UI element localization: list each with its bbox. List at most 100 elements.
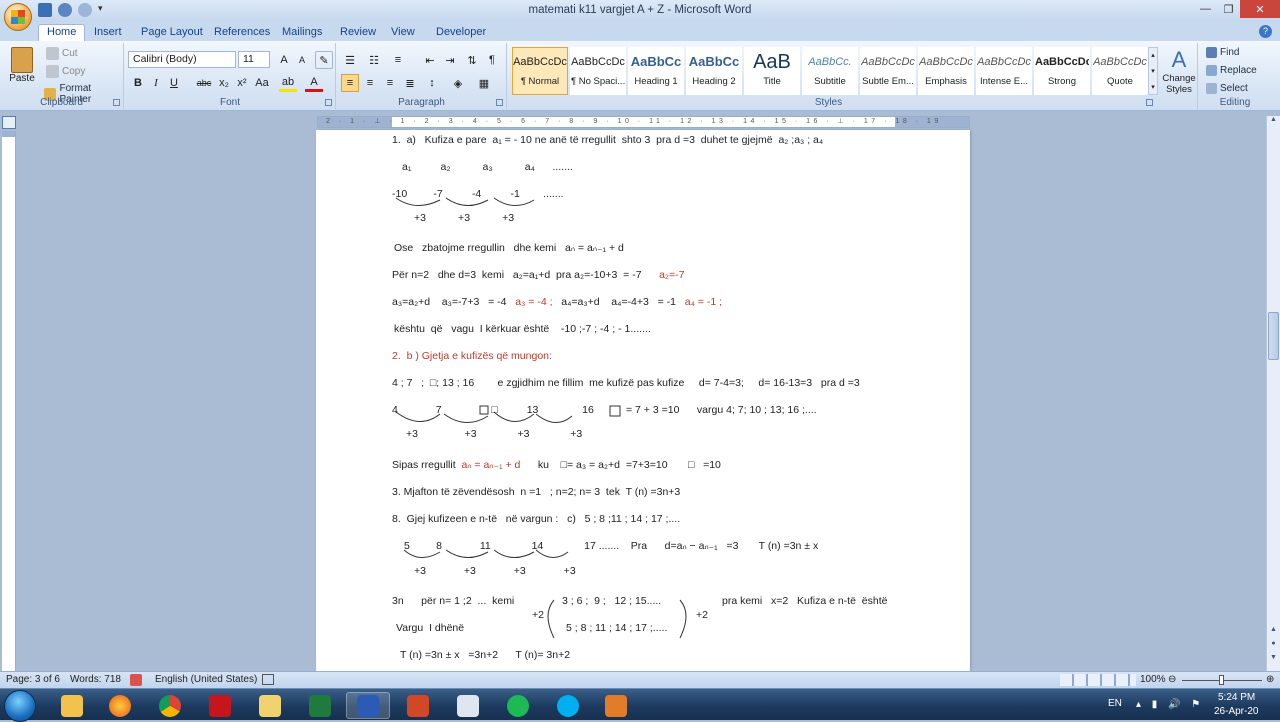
paragraph-launcher-icon[interactable] [496, 99, 503, 106]
line-spacing-icon[interactable]: ↕ [423, 74, 441, 92]
help-icon[interactable]: ? [1259, 25, 1272, 38]
vertical-scrollbar[interactable]: ▲ ▲ ● ▼ [1266, 116, 1280, 671]
font-size-combo[interactable]: 11 [238, 51, 270, 68]
show-marks-icon[interactable]: ¶ [483, 51, 501, 69]
office-button[interactable] [4, 3, 32, 31]
change-case-icon[interactable]: Aa [253, 74, 271, 92]
tab-home[interactable]: Home [38, 24, 86, 42]
style-intense-e[interactable]: AaBbCcDc Intense E... [976, 47, 1032, 95]
tab-insert[interactable]: Insert [94, 24, 122, 42]
page-indicator[interactable]: Page: 3 of 6 [6, 674, 60, 685]
style-subtle-em[interactable]: AaBbCcDc Subtle Em... [860, 47, 916, 95]
gallery-scroll[interactable]: ▴ ▾ ▾ [1148, 47, 1158, 95]
firefox-app[interactable] [98, 692, 142, 719]
mail-app[interactable] [248, 692, 292, 719]
minimize-button[interactable]: — [1194, 0, 1217, 18]
zoom-out-icon[interactable]: ⊖ [1168, 674, 1176, 685]
tab-view[interactable]: View [391, 24, 415, 42]
shrink-font-icon[interactable]: A [293, 51, 311, 69]
customize-qat-icon[interactable]: ▾ [98, 3, 106, 17]
style-heading-2[interactable]: AaBbCc Heading 2 [686, 47, 742, 95]
vertical-ruler[interactable] [2, 131, 16, 671]
undo-icon[interactable] [58, 3, 72, 17]
shading-icon[interactable]: ◈ [449, 74, 467, 92]
redo-icon[interactable] [78, 3, 92, 17]
find-button[interactable]: Find [1206, 47, 1239, 58]
clear-format-icon[interactable]: ✎ [315, 51, 333, 69]
tab-developer[interactable]: Developer [436, 24, 486, 42]
justify-icon[interactable]: ≣ [401, 74, 419, 92]
save-icon[interactable] [38, 3, 52, 17]
style-subtitle[interactable]: AaBbCc. Subtitle [802, 47, 858, 95]
proofing-icon[interactable] [130, 674, 142, 686]
clipboard-launcher-icon[interactable] [113, 99, 120, 106]
powerpoint-app[interactable] [396, 692, 440, 719]
tab-page-layout[interactable]: Page Layout [141, 24, 203, 42]
sort-icon[interactable]: ⇅ [463, 51, 481, 69]
prev-page-icon[interactable]: ▲ [1268, 626, 1279, 638]
word-app[interactable] [346, 692, 390, 719]
select-button[interactable]: Select [1206, 83, 1248, 94]
next-page-icon[interactable]: ▼ [1268, 654, 1279, 666]
increase-indent-icon[interactable]: ⇥ [441, 51, 459, 69]
style-quote[interactable]: AaBbCcDc Quote [1092, 47, 1148, 95]
document-page[interactable]: 1. a) Kufiza e pare a₁ = - 10 ne anë të … [316, 130, 970, 671]
replace-button[interactable]: Replace [1206, 65, 1257, 76]
italic-icon[interactable]: I [147, 74, 165, 92]
word-count[interactable]: Words: 718 [70, 674, 121, 685]
style-emphasis[interactable]: AaBbCcDc Emphasis [918, 47, 974, 95]
macro-icon[interactable] [262, 674, 274, 685]
align-left-icon[interactable]: ≡ [341, 74, 359, 92]
paint-app[interactable] [594, 692, 638, 719]
font-color-icon[interactable]: A [305, 74, 323, 92]
scroll-thumb[interactable] [1268, 312, 1279, 360]
style-strong[interactable]: AaBbCcDc Strong [1034, 47, 1090, 95]
style-title[interactable]: AaB Title [744, 47, 800, 95]
highlight-icon[interactable]: ab [279, 74, 297, 92]
superscript-icon[interactable]: x² [233, 74, 251, 92]
strikethrough-icon[interactable]: abc [195, 74, 213, 92]
browse-object-icon[interactable]: ● [1268, 640, 1279, 652]
language-indicator[interactable]: English (United States) [155, 674, 257, 685]
zoom-thumb[interactable] [1219, 675, 1224, 685]
font-launcher-icon[interactable] [325, 99, 332, 106]
scroll-up-icon[interactable]: ▲ [1268, 116, 1279, 128]
language-indicator-tray[interactable]: EN [1108, 698, 1122, 709]
ruler-toggle-icon[interactable] [2, 116, 16, 129]
horizontal-ruler[interactable]: 2 · 1 · ⊥ · 1 · 2 · 3 · 4 · 5 · 6 · 7 · … [317, 116, 970, 128]
styles-launcher-icon[interactable] [1146, 99, 1153, 106]
decrease-indent-icon[interactable]: ⇤ [421, 51, 439, 69]
grow-font-icon[interactable]: A [275, 51, 293, 69]
borders-icon[interactable]: ▦ [475, 74, 493, 92]
cut-button[interactable]: Cut [46, 47, 78, 60]
bullets-icon[interactable]: ☰ [341, 51, 359, 69]
tab-references[interactable]: References [214, 24, 270, 42]
align-center-icon[interactable]: ≡ [361, 74, 379, 92]
tab-mailings[interactable]: Mailings [282, 24, 322, 42]
tab-review[interactable]: Review [340, 24, 376, 42]
excel-app[interactable] [298, 692, 342, 719]
style-heading-1[interactable]: AaBbCc Heading 1 [628, 47, 684, 95]
spotify-app[interactable] [496, 692, 540, 719]
explorer-app[interactable] [50, 692, 94, 719]
skype-app[interactable] [546, 692, 590, 719]
numbering-icon[interactable]: ☷ [365, 51, 383, 69]
copy-button[interactable]: Copy [46, 65, 85, 78]
close-button[interactable]: ✕ [1240, 0, 1280, 18]
maximize-button[interactable]: ❐ [1217, 0, 1240, 18]
change-styles-button[interactable]: A Change Styles [1160, 47, 1198, 95]
view-buttons[interactable] [1060, 674, 1136, 686]
publisher-app[interactable] [446, 692, 490, 719]
chrome-app[interactable] [148, 692, 192, 719]
style-normal[interactable]: AaBbCcDc ¶ Normal [512, 47, 568, 95]
start-button[interactable] [4, 690, 36, 722]
font-name-combo[interactable]: Calibri (Body) [128, 51, 236, 68]
acrobat-app[interactable] [198, 692, 242, 719]
clock-date[interactable]: 26-Apr-20 [1214, 706, 1258, 717]
clock-time[interactable]: 5:24 PM [1218, 692, 1255, 703]
paste-button[interactable]: Paste [8, 47, 36, 84]
zoom-in-icon[interactable]: ⊕ [1266, 674, 1274, 685]
bold-icon[interactable]: B [129, 74, 147, 92]
underline-icon[interactable]: U [165, 74, 183, 92]
align-right-icon[interactable]: ≡ [381, 74, 399, 92]
